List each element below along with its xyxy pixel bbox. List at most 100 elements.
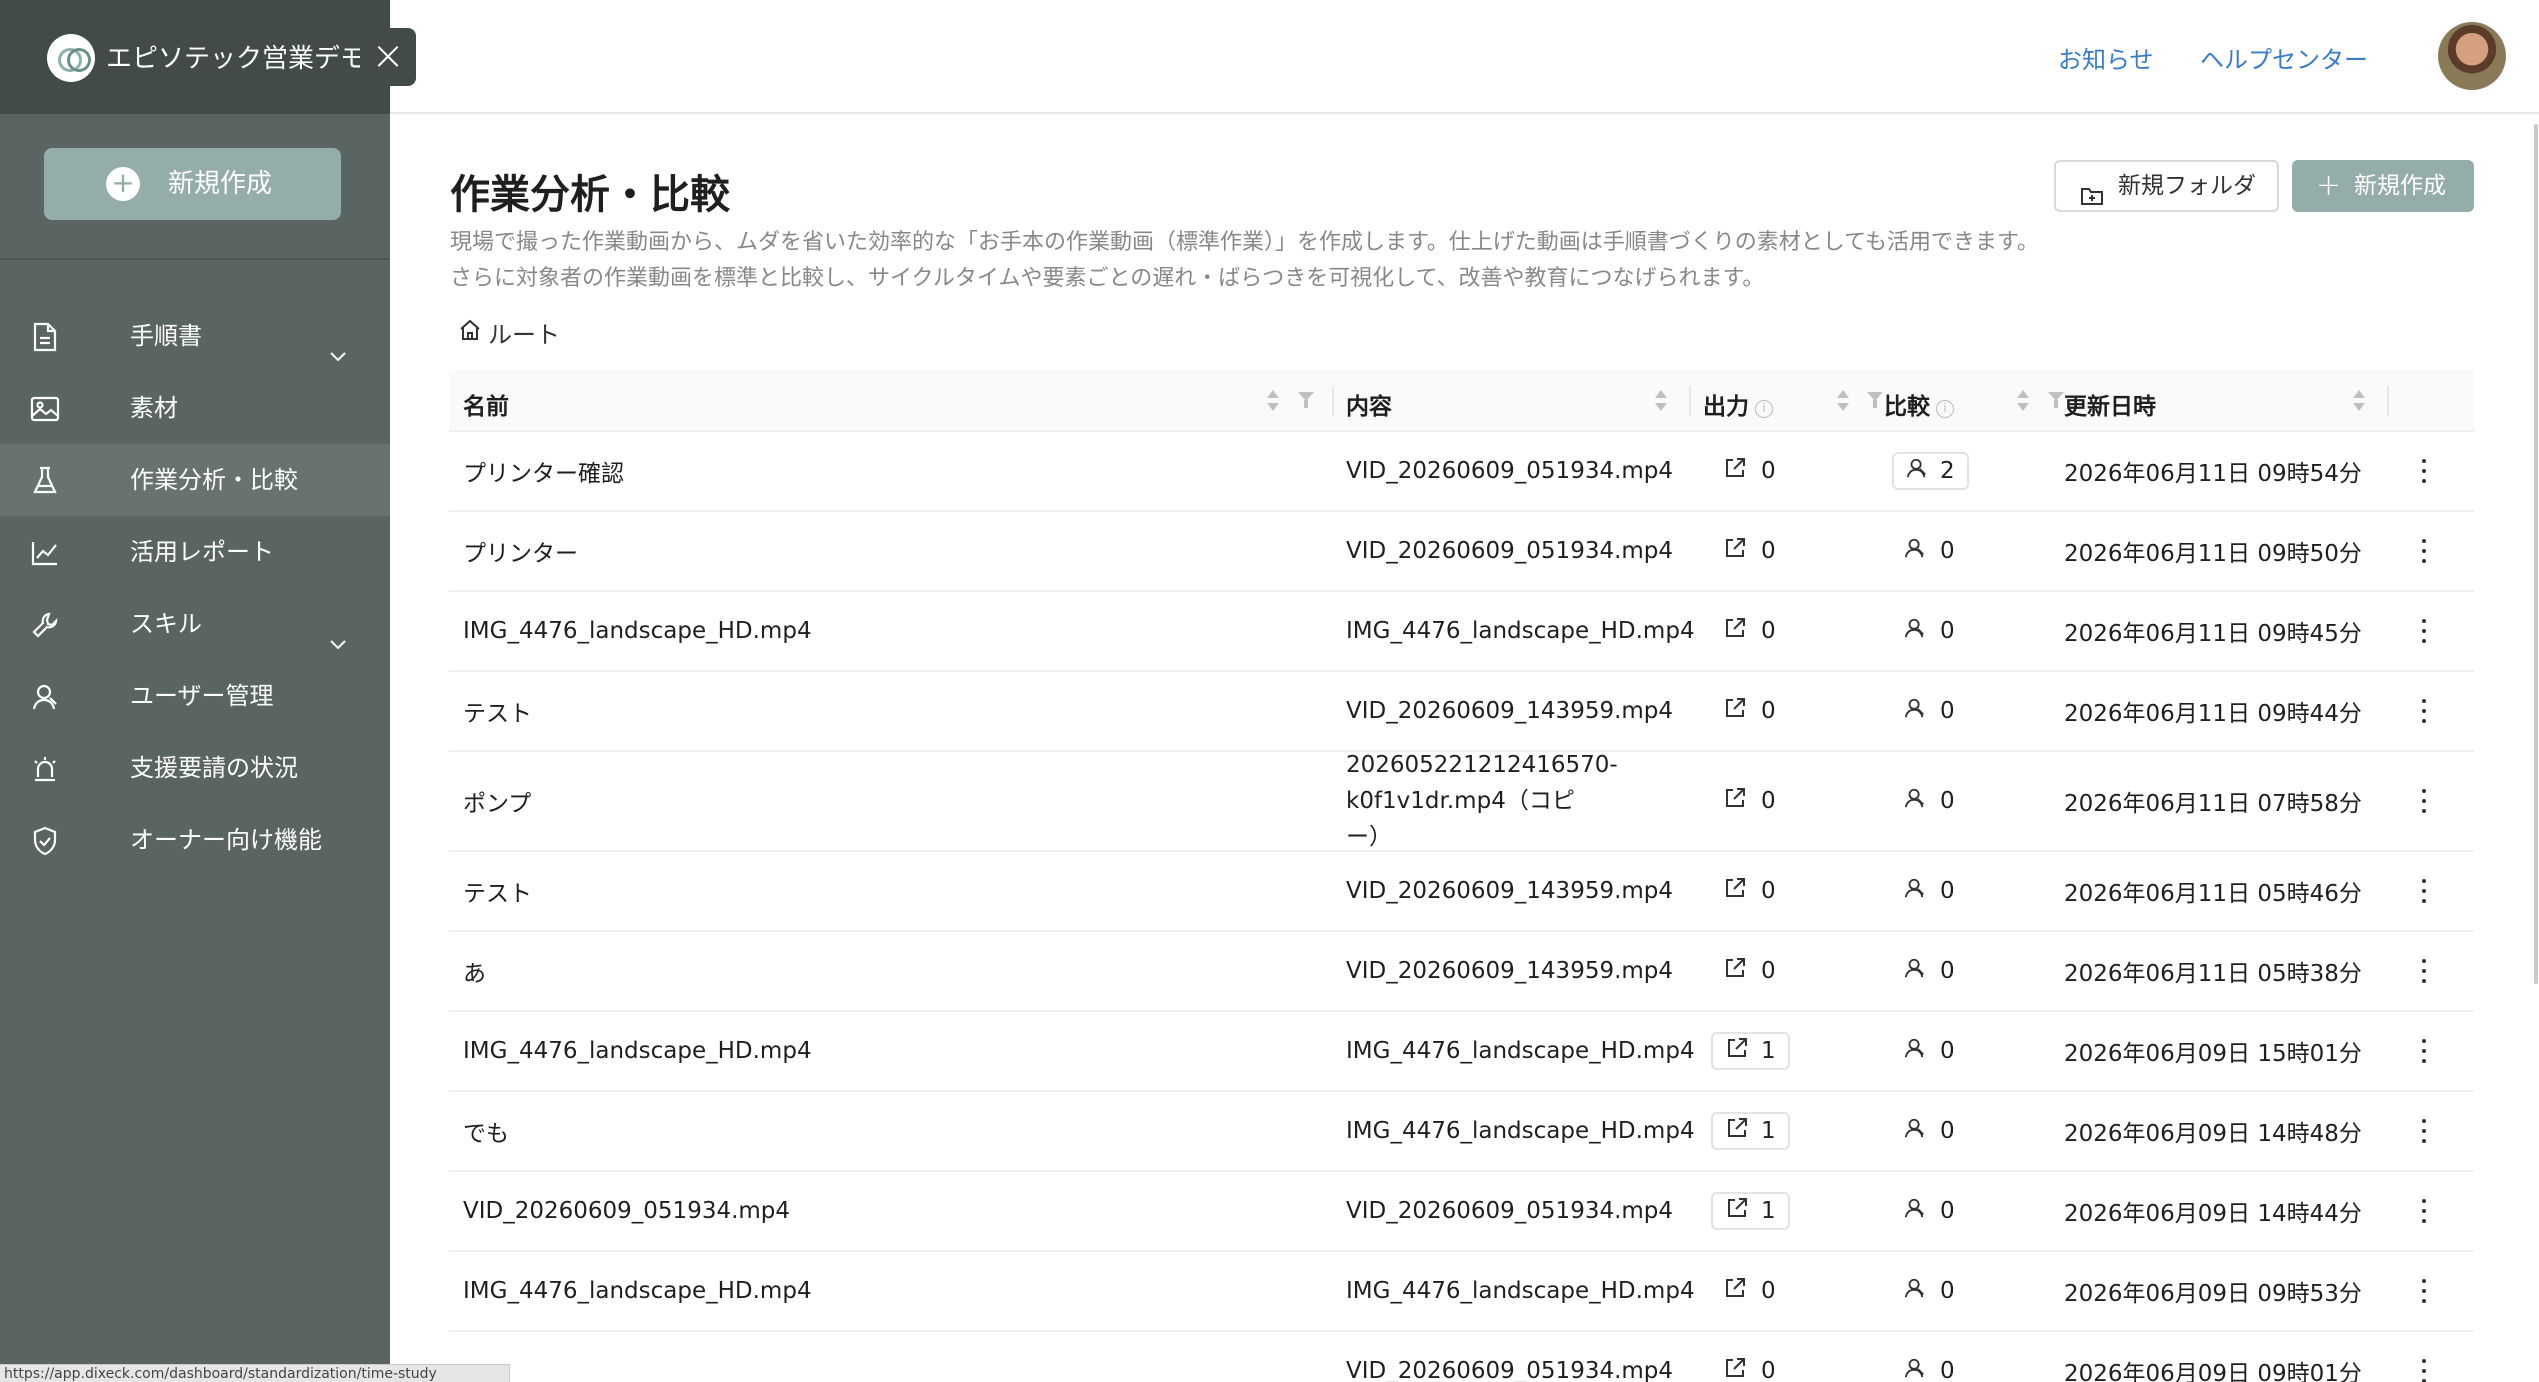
column-header-updated[interactable]: 更新日時 xyxy=(2064,387,2156,421)
row-output[interactable]: 1 xyxy=(1711,1032,1790,1070)
row-compare[interactable]: 0 xyxy=(1904,1032,1955,1070)
row-compare[interactable]: 0 xyxy=(1904,1112,1955,1150)
row-output[interactable]: 1 xyxy=(1711,1112,1790,1150)
user-compare-icon xyxy=(1904,877,1926,905)
more-menu-icon[interactable] xyxy=(2421,458,2427,484)
row-compare[interactable]: 0 xyxy=(1904,872,1955,910)
column-header-name[interactable]: 名前 xyxy=(463,387,509,421)
sidebar-item-support[interactable]: 支援要請の状況 xyxy=(0,732,390,804)
row-compare[interactable]: 0 xyxy=(1904,1272,1955,1310)
table-row[interactable]: VID_20260609_051934.mp4 VID_20260609_0519… xyxy=(449,1172,2474,1252)
row-name[interactable]: プリンター xyxy=(463,534,578,568)
more-menu-icon[interactable] xyxy=(2421,538,2427,564)
sort-icon[interactable] xyxy=(2351,390,2365,414)
row-updated: 2026年06月09日 14時44分 xyxy=(2064,1201,2362,1227)
row-name[interactable]: テスト xyxy=(463,874,532,908)
sidebar-item-materials[interactable]: 素材 xyxy=(0,372,390,444)
row-name[interactable]: でも xyxy=(463,1114,509,1148)
info-icon[interactable]: i xyxy=(1936,400,1954,418)
row-compare[interactable]: 2 xyxy=(1892,452,1969,490)
more-menu-icon[interactable] xyxy=(2421,698,2427,724)
filter-icon[interactable] xyxy=(1867,392,1883,410)
more-menu-icon[interactable] xyxy=(2421,1118,2427,1144)
row-compare[interactable]: 0 xyxy=(1904,1192,1955,1230)
sort-icon[interactable] xyxy=(1265,390,1279,414)
sidebar-close-button[interactable]: × xyxy=(360,28,416,86)
row-output[interactable]: 0 xyxy=(1723,452,1776,490)
more-menu-icon[interactable] xyxy=(2421,1278,2427,1304)
table-row[interactable]: プリンター VID_20260609_051934.mp4 0 0 2026年06月11… xyxy=(449,512,2474,592)
row-name[interactable]: VID_20260609_051934.mp4 xyxy=(463,1198,790,1224)
row-name[interactable]: テスト xyxy=(463,694,532,728)
table-row[interactable]: テスト VID_20260609_143959.mp4 0 0 2026年06月11日 … xyxy=(449,672,2474,752)
sidebar-item-skills[interactable]: スキル xyxy=(0,588,390,660)
more-menu-icon[interactable] xyxy=(2421,1358,2427,1382)
row-output[interactable]: 0 xyxy=(1723,782,1776,820)
scrollbar[interactable] xyxy=(2533,114,2539,1382)
row-compare[interactable]: 0 xyxy=(1904,1352,1955,1382)
sort-icon[interactable] xyxy=(1835,390,1849,414)
more-menu-icon[interactable] xyxy=(2421,1038,2427,1064)
notice-link[interactable]: お知らせ xyxy=(2058,40,2154,75)
more-menu-icon[interactable] xyxy=(2421,878,2427,904)
breadcrumb[interactable]: ルート xyxy=(458,315,560,350)
row-output[interactable]: 0 xyxy=(1723,1272,1776,1310)
row-compare[interactable]: 0 xyxy=(1904,532,1955,570)
table-row[interactable]: IMG_4476_landscape_HD.mp4 IMG_4476_landsc… xyxy=(449,592,2474,672)
row-output[interactable]: 0 xyxy=(1723,612,1776,650)
info-icon[interactable]: i xyxy=(1755,400,1773,418)
table-row[interactable]: でも IMG_4476_landscape_HD.mp4 1 0 2026年06月09日… xyxy=(449,1092,2474,1172)
more-menu-icon[interactable] xyxy=(2421,788,2427,814)
row-name[interactable]: IMG_4476_landscape_HD.mp4 xyxy=(463,618,812,644)
row-output[interactable]: 0 xyxy=(1723,952,1776,990)
table-row[interactable]: あ VID_20260609_143959.mp4 0 0 2026年06月11日 05… xyxy=(449,932,2474,1012)
row-updated: 2026年06月11日 09時44分 xyxy=(2064,701,2362,727)
row-name[interactable]: IMG_4476_landscape_HD.mp4 xyxy=(463,1278,812,1304)
column-header-content[interactable]: 内容 xyxy=(1346,387,1392,421)
help-center-link[interactable]: ヘルプセンター xyxy=(2200,40,2368,75)
table-row[interactable]: IMG_4476_landscape_HD.mp4 IMG_4476_landsc… xyxy=(449,1252,2474,1332)
table-row[interactable]: ポンプ 202605221212416570-k0f1v1dr.mp4（コピー） 0… xyxy=(449,752,2474,852)
row-content: VID_20260609_143959.mp4 xyxy=(1346,958,1674,984)
row-name[interactable]: あ xyxy=(463,954,486,988)
sidebar-item-work-analysis[interactable]: 作業分析・比較 xyxy=(0,444,390,516)
more-menu-icon[interactable] xyxy=(2421,618,2427,644)
filter-icon[interactable] xyxy=(1298,392,1314,410)
row-output[interactable]: 1 xyxy=(1711,1192,1790,1230)
table-row[interactable]: IMG_4476_landscape_HD.mp4 IMG_4476_landsc… xyxy=(449,1012,2474,1092)
row-updated: 2026年06月11日 09時54分 xyxy=(2064,461,2362,487)
row-compare[interactable]: 0 xyxy=(1904,612,1955,650)
row-content: VID_20260609_143959.mp4 xyxy=(1346,698,1674,724)
sidebar-new-button[interactable]: + 新規作成 xyxy=(44,148,341,220)
table-row[interactable]: VID_20260609_051934.mp4 0 0 2026年06月09日 09時… xyxy=(449,1332,2474,1382)
table-row[interactable]: テスト VID_20260609_143959.mp4 0 0 2026年06月11日 … xyxy=(449,852,2474,932)
row-output[interactable]: 0 xyxy=(1723,532,1776,570)
row-output[interactable]: 0 xyxy=(1723,692,1776,730)
sidebar-item-owner[interactable]: オーナー向け機能 xyxy=(0,804,390,876)
row-compare[interactable]: 0 xyxy=(1904,782,1955,820)
row-output[interactable]: 0 xyxy=(1723,872,1776,910)
column-divider xyxy=(2387,386,2389,416)
row-name[interactable]: プリンター確認 xyxy=(463,454,624,488)
sidebar-item-manuals[interactable]: 手順書 xyxy=(0,300,390,372)
new-folder-button[interactable]: 新規フォルダ xyxy=(2054,160,2279,212)
column-header-output[interactable]: 出力 i xyxy=(1703,387,1773,421)
row-compare[interactable]: 0 xyxy=(1904,952,1955,990)
row-name[interactable]: IMG_4476_landscape_HD.mp4 xyxy=(463,1038,812,1064)
new-create-button[interactable]: + 新規作成 xyxy=(2292,160,2474,212)
sidebar-item-reports[interactable]: 活用レポート xyxy=(0,516,390,588)
table-row[interactable]: プリンター確認 VID_20260609_051934.mp4 0 2 2026年06月… xyxy=(449,432,2474,512)
user-compare-icon xyxy=(1904,1117,1926,1145)
row-output[interactable]: 0 xyxy=(1723,1352,1776,1382)
sidebar-item-users[interactable]: ユーザー管理 xyxy=(0,660,390,732)
sort-icon[interactable] xyxy=(1653,390,1667,414)
new-create-label: 新規作成 xyxy=(2354,173,2446,199)
sort-icon[interactable] xyxy=(2015,390,2029,414)
filter-icon[interactable] xyxy=(2048,392,2064,410)
more-menu-icon[interactable] xyxy=(2421,1198,2427,1224)
row-name[interactable]: ポンプ xyxy=(463,784,531,818)
column-header-compare[interactable]: 比較 i xyxy=(1884,387,1954,421)
avatar[interactable] xyxy=(2438,22,2506,90)
more-menu-icon[interactable] xyxy=(2421,958,2427,984)
row-compare[interactable]: 0 xyxy=(1904,692,1955,730)
